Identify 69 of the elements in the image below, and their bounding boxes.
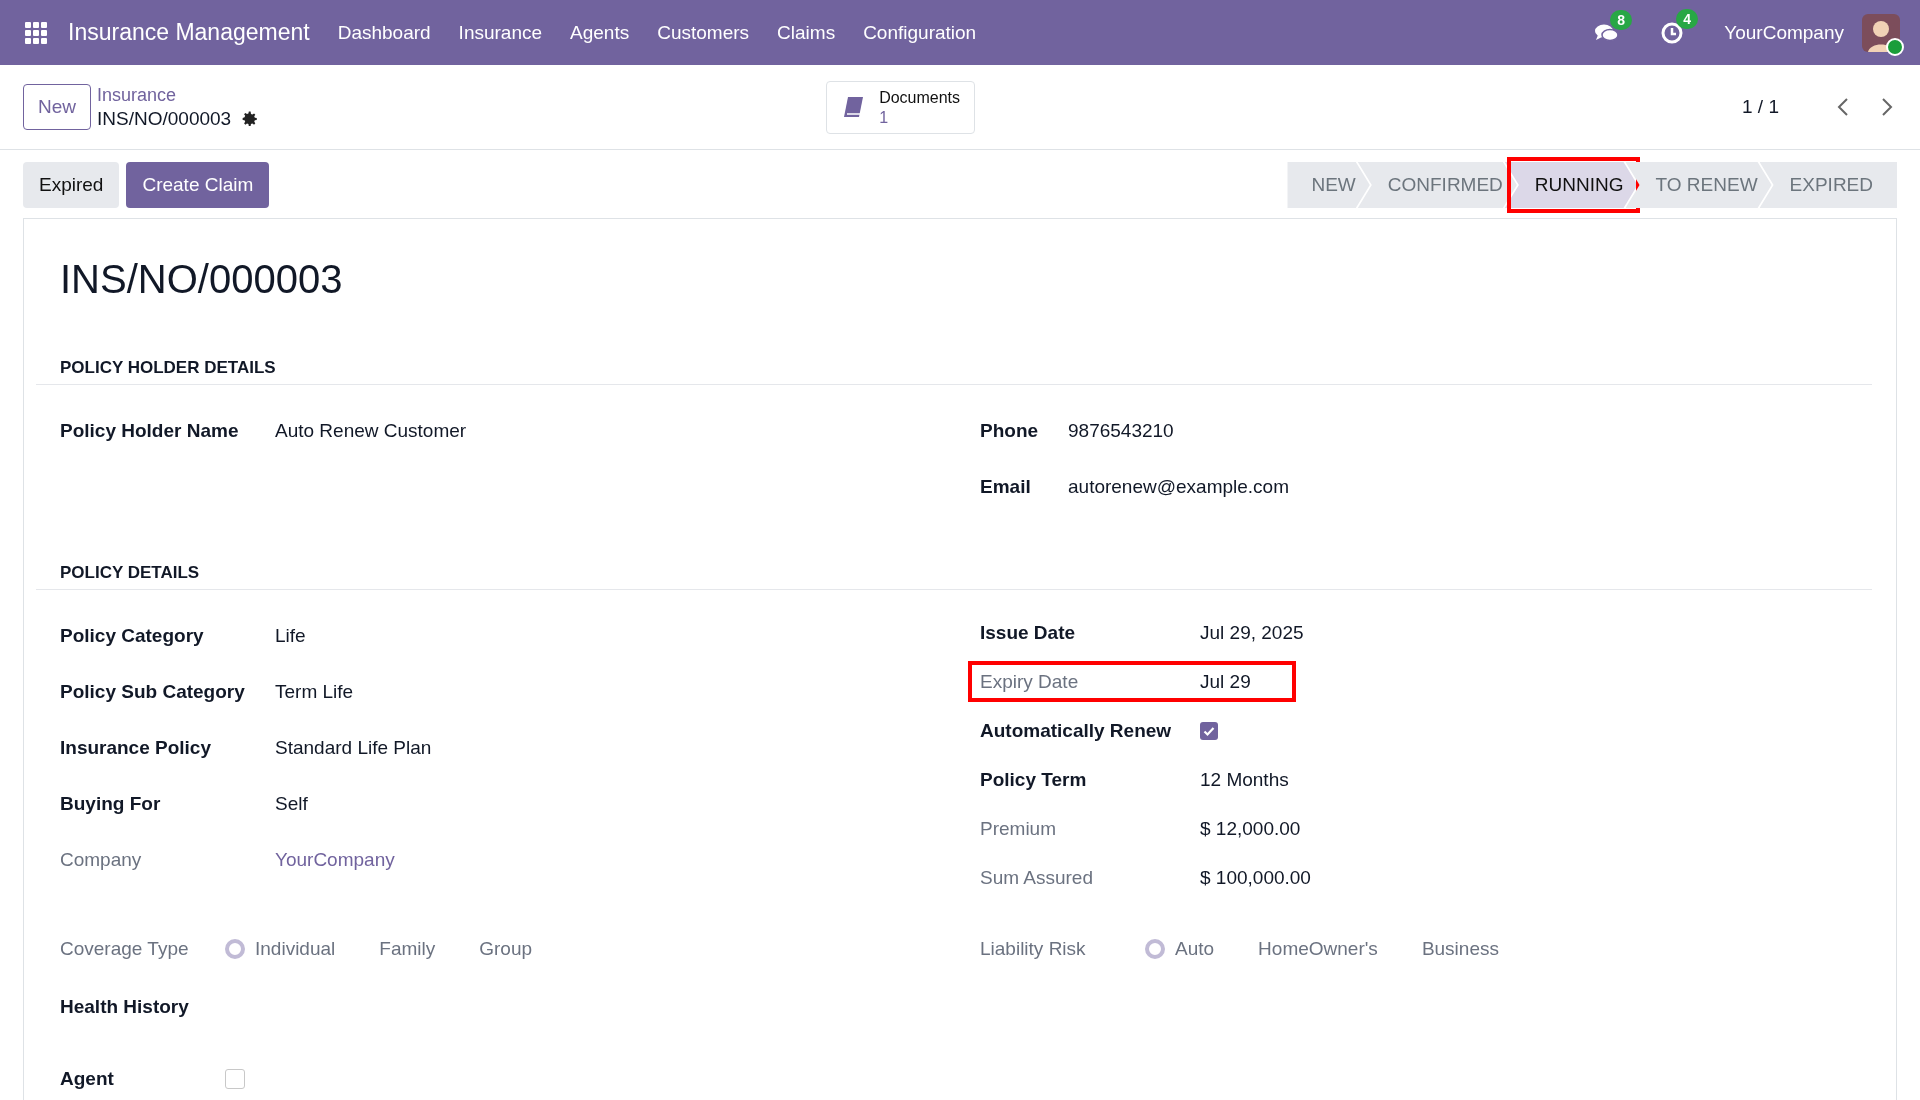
field-value: $ 100,000.00 (1200, 866, 1311, 889)
field-label: Issue Date (980, 621, 1077, 644)
radio-option[interactable]: HomeOwner's (1258, 938, 1378, 960)
record-title: INS/NO/000003 (60, 257, 344, 302)
checkbox[interactable] (1200, 721, 1218, 740)
field-value: $ 12,000.00 (1200, 817, 1301, 840)
field-label: Phone (980, 420, 1040, 442)
radio-option[interactable]: Group (479, 938, 533, 960)
pager-counter: 1 / 1 (1742, 96, 1779, 118)
settings-icon[interactable] (241, 110, 260, 128)
radio-option[interactable]: Family (379, 938, 436, 960)
status-stage[interactable]: RUNNING (1504, 162, 1638, 208)
field-label: Policy Category (60, 625, 205, 647)
field-label: Sum Assured (980, 866, 1094, 889)
field-label: Insurance Policy (60, 737, 212, 759)
section-heading: POLICY HOLDER DETAILS (36, 358, 1872, 385)
status-stage[interactable]: CONFIRMED (1357, 162, 1517, 208)
field-label: Email (980, 476, 1032, 498)
menu-item[interactable]: Agents (570, 21, 630, 44)
field-label: Policy Sub Category (60, 681, 246, 703)
section-heading: POLICY DETAILS (36, 563, 1872, 590)
field-value: Standard Life Plan (275, 737, 432, 759)
message-count-badge: 8 (1610, 9, 1633, 30)
field-value: Self (275, 793, 308, 815)
field-label: Expiry Date (980, 670, 1080, 693)
field-label: Health History (60, 996, 190, 1018)
clock-icon[interactable] (1660, 20, 1685, 45)
field-label: Agent (60, 1068, 115, 1090)
field-value: 9876543210 (1068, 420, 1174, 442)
field-label: Premium (980, 817, 1057, 840)
status-stage[interactable]: NEW (1287, 162, 1370, 208)
field-link[interactable]: YourCompany (275, 849, 395, 871)
field-label: Liability Risk (980, 938, 1087, 960)
field-label: Company (60, 849, 143, 871)
menu-item[interactable]: Customers (657, 21, 750, 44)
new-button[interactable]: New (23, 84, 91, 130)
menu-item[interactable]: Claims (777, 21, 836, 44)
radio-option[interactable]: Auto (1145, 938, 1215, 960)
menu-item[interactable]: Dashboard (337, 21, 431, 44)
radio-option[interactable]: Individual (225, 938, 336, 960)
field-value: Jul 29, 2025 (1200, 621, 1304, 644)
status-stage[interactable]: EXPIRED (1759, 162, 1897, 208)
action-button[interactable]: Expired (23, 162, 120, 208)
company-switcher[interactable]: YourCompany (1724, 21, 1844, 44)
apps-menu-icon[interactable] (24, 20, 48, 45)
breadcrumb-link[interactable]: Insurance (97, 83, 260, 107)
menu-item[interactable]: Configuration (863, 21, 977, 44)
radio-option[interactable]: Business (1421, 938, 1499, 960)
field-value: Term Life (275, 681, 354, 703)
app-title[interactable]: Insurance Management (68, 19, 310, 46)
field-label: Policy Term (980, 768, 1088, 791)
status-stage[interactable]: TO RENEW (1625, 162, 1772, 208)
activity-count-badge: 4 (1676, 8, 1699, 29)
record-name: INS/NO/000003 (97, 107, 232, 131)
menu-item[interactable]: Insurance (458, 21, 543, 44)
documents-button[interactable]: Documents 1 (826, 80, 976, 134)
checkbox[interactable] (225, 1069, 245, 1089)
field-value: Life (275, 625, 306, 647)
action-button[interactable]: Create Claim (126, 162, 270, 208)
field-label: Coverage Type (60, 938, 190, 960)
field-value: 12 Months (1200, 768, 1289, 791)
field-value: Auto Renew Customer (275, 420, 467, 442)
radio-icon (225, 939, 245, 959)
field-label: Automatically Renew (980, 719, 1173, 742)
field-value: autorenew@example.com (1068, 476, 1289, 498)
field-label: Policy Holder Name (60, 420, 240, 442)
radio-icon (1145, 939, 1165, 959)
field-label: Buying For (60, 793, 162, 815)
field-value: Jul 29 (1200, 670, 1251, 693)
